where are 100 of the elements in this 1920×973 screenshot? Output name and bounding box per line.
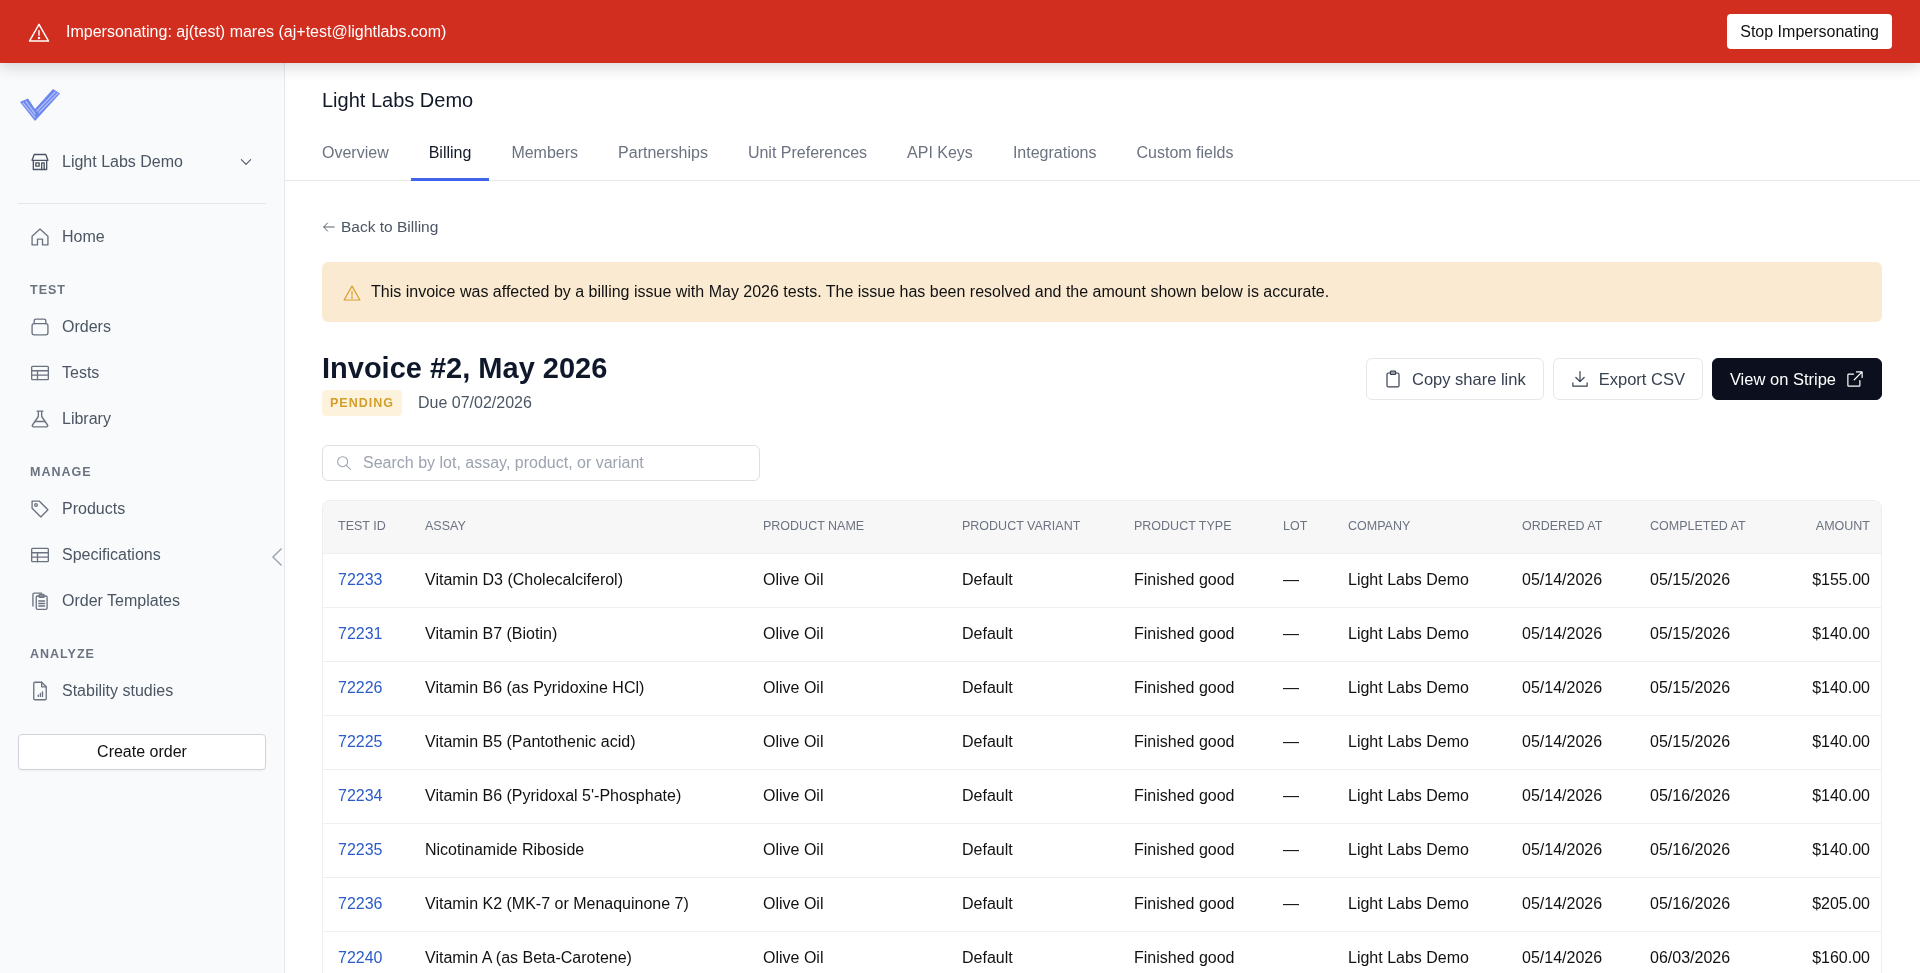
table-cell: 05/14/2026 xyxy=(1507,877,1635,931)
organization-selector[interactable]: Light Labs Demo xyxy=(18,142,266,182)
table-cell: 05/14/2026 xyxy=(1507,931,1635,973)
test-id-link[interactable]: 72235 xyxy=(338,841,383,858)
store-icon xyxy=(30,152,50,172)
table-cell: Default xyxy=(947,823,1119,877)
table-cell: Default xyxy=(947,553,1119,607)
test-id-link[interactable]: 72225 xyxy=(338,733,383,750)
tab[interactable]: Billing xyxy=(410,129,490,181)
table-cell: Olive Oil xyxy=(748,715,947,769)
column-header: ORDERED AT xyxy=(1507,501,1635,553)
table-cell: 05/14/2026 xyxy=(1507,553,1635,607)
export-button[interactable]: Export CSV xyxy=(1552,358,1703,400)
table-cell: 05/16/2026 xyxy=(1635,769,1775,823)
tab[interactable]: Partnerships xyxy=(600,129,726,181)
table-cell: $140.00 xyxy=(1775,607,1881,661)
file-chart-icon xyxy=(30,681,50,701)
table-cell: $205.00 xyxy=(1775,877,1881,931)
table-cell: Light Labs Demo xyxy=(1333,823,1507,877)
table-cell: Olive Oil xyxy=(748,661,947,715)
table-cell: Vitamin K2 (MK-7 or Menaquinone 7) xyxy=(410,877,748,931)
tab[interactable]: Integrations xyxy=(994,129,1115,181)
column-header: ASSAY xyxy=(410,501,748,553)
column-header: PRODUCT VARIANT xyxy=(947,501,1119,553)
flask-icon xyxy=(30,409,50,429)
table-cell: Finished good xyxy=(1119,715,1268,769)
table-cell: — xyxy=(1268,715,1333,769)
sidebar-item[interactable]: Products xyxy=(18,486,266,532)
sidebar-item[interactable]: Tests xyxy=(18,350,266,396)
tab[interactable]: Unit Preferences xyxy=(729,129,886,181)
table-cell: Nicotinamide Riboside xyxy=(410,823,748,877)
table-cell: Vitamin A (as Beta-Carotene) xyxy=(410,931,748,973)
warning-icon xyxy=(28,21,50,42)
warning-icon xyxy=(343,283,361,301)
download-icon xyxy=(1570,370,1589,388)
table-cell: Default xyxy=(947,769,1119,823)
section-heading: ANALYZE xyxy=(29,646,96,662)
table-cell: Default xyxy=(947,931,1119,973)
stop-impersonating-button[interactable]: Stop Impersonating xyxy=(1727,14,1892,49)
table-cell: Olive Oil xyxy=(748,553,947,607)
external-view-button[interactable]: View on Stripe xyxy=(1711,358,1882,400)
table-cell: $140.00 xyxy=(1775,769,1881,823)
table-cell: 05/15/2026 xyxy=(1635,715,1775,769)
table-cell: Finished good xyxy=(1119,661,1268,715)
alert-message: This invoice was affected by a billing issue with May 2026 tests. The issue has been resolved and the amount shown below is accurate. xyxy=(371,282,1330,302)
tab[interactable]: Custom fields xyxy=(1118,129,1252,181)
tab[interactable]: API Keys xyxy=(889,129,991,181)
sidebar-item[interactable]: Order Templates xyxy=(18,578,266,624)
search-field[interactable]: Search by lot, assay, product, or variant xyxy=(322,445,760,481)
table-cell: Olive Oil xyxy=(748,607,947,661)
clipboards-icon xyxy=(30,591,50,611)
table-cell: — xyxy=(1268,823,1333,877)
sidebar-item[interactable]: Home xyxy=(18,214,266,260)
table-cell: 05/15/2026 xyxy=(1635,661,1775,715)
column-header: LOT xyxy=(1268,501,1333,553)
table-cell: 06/03/2026 xyxy=(1635,931,1775,973)
tab[interactable]: Overview xyxy=(304,129,407,181)
table-cell: Default xyxy=(947,607,1119,661)
table-cell: Olive Oil xyxy=(748,877,947,931)
copy-link-button[interactable]: Copy share link xyxy=(1365,358,1544,400)
table-cell: Olive Oil xyxy=(748,823,947,877)
test-id-link[interactable]: 72226 xyxy=(338,679,383,696)
test-id-link[interactable]: 72233 xyxy=(338,571,383,588)
column-header: TEST ID xyxy=(323,501,410,553)
table-cell: $140.00 xyxy=(1775,661,1881,715)
test-id-link[interactable]: 72236 xyxy=(338,895,383,912)
external-link-icon xyxy=(1846,370,1864,388)
table-cell: Default xyxy=(947,877,1119,931)
tag-icon xyxy=(30,499,50,519)
table-icon xyxy=(30,363,50,383)
table-cell: Default xyxy=(947,715,1119,769)
table-cell: Olive Oil xyxy=(748,931,947,973)
arrow-left-icon xyxy=(322,220,336,234)
invoice-title: Invoice #2, May 2026 xyxy=(322,351,608,386)
column-header: PRODUCT TYPE xyxy=(1119,501,1268,553)
table-cell: — xyxy=(1268,877,1333,931)
test-id-link[interactable]: 72231 xyxy=(338,625,383,642)
chevron-left-icon[interactable] xyxy=(272,548,282,566)
container-icon xyxy=(30,317,50,337)
test-id-link[interactable]: 72240 xyxy=(338,949,383,967)
table-cell: Vitamin B5 (Pantothenic acid) xyxy=(410,715,748,769)
checkmark-icon xyxy=(20,89,60,121)
sidebar-item[interactable]: Stability studies xyxy=(18,668,266,714)
create-order-button[interactable]: Create order xyxy=(18,734,266,770)
test-id-link[interactable]: 72234 xyxy=(338,787,383,804)
back-link[interactable]: Back to Billing xyxy=(322,216,439,238)
tab[interactable]: Members xyxy=(493,129,597,181)
sidebar-item[interactable]: Orders xyxy=(18,304,266,350)
column-header: AMOUNT xyxy=(1775,501,1881,553)
table-cell: Finished good xyxy=(1119,823,1268,877)
table-cell: Default xyxy=(947,661,1119,715)
table-cell: 05/15/2026 xyxy=(1635,607,1775,661)
sidebar-item[interactable]: Library xyxy=(18,396,266,442)
table-cell: $140.00 xyxy=(1775,823,1881,877)
table-cell: 05/15/2026 xyxy=(1635,553,1775,607)
table-cell: 05/14/2026 xyxy=(1507,607,1635,661)
banner-message: Impersonating: aj(test) mares (aj+test@lightlabs.com) xyxy=(66,21,447,42)
sidebar-item[interactable]: Specifications xyxy=(18,532,266,578)
table-icon xyxy=(30,545,50,565)
table-cell: Light Labs Demo xyxy=(1333,715,1507,769)
